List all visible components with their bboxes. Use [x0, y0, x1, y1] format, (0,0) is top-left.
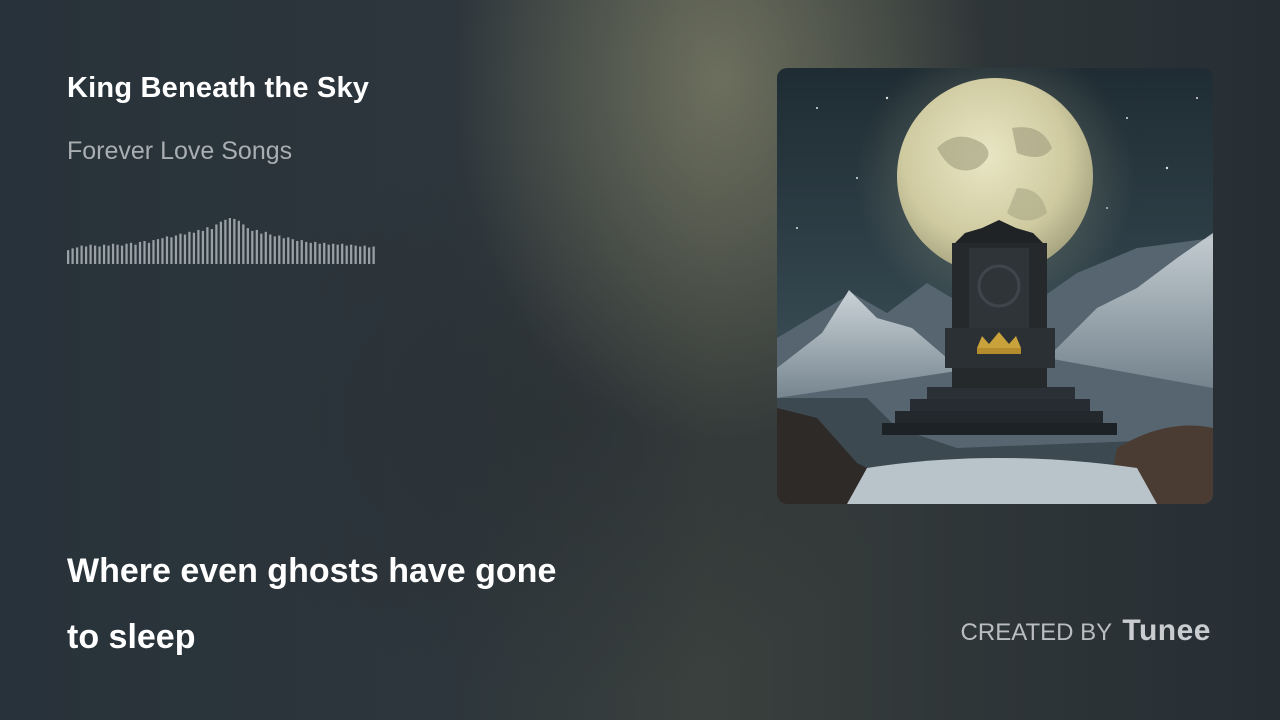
waveform-bar — [206, 227, 209, 264]
cover-illustration — [777, 68, 1213, 504]
waveform-bar — [282, 238, 285, 264]
waveform-bar — [161, 238, 164, 264]
waveform-bar — [192, 232, 196, 264]
waveform-bar — [210, 229, 214, 264]
waveform-bar — [102, 244, 106, 264]
waveform-bar — [67, 250, 70, 264]
waveform-bar — [260, 233, 263, 264]
waveform-bar — [75, 247, 79, 264]
waveform-bar — [242, 224, 245, 264]
waveform-bar — [219, 221, 222, 264]
waveform-bar — [197, 229, 200, 264]
waveform-bar — [341, 243, 344, 264]
waveform-bar — [246, 228, 249, 264]
waveform-bar — [98, 246, 101, 264]
waveform-bar — [201, 230, 205, 264]
waveform-bar — [170, 237, 173, 264]
waveform-bar — [327, 244, 330, 264]
waveform-bar — [314, 241, 317, 264]
waveform-bar — [125, 243, 128, 264]
waveform-bar — [228, 218, 231, 264]
waveform-bar — [233, 218, 236, 264]
waveform-bar — [120, 245, 124, 264]
waveform-bar — [273, 236, 276, 264]
waveform-bar — [255, 229, 258, 264]
waveform-bar — [224, 219, 227, 264]
waveform-bar — [287, 237, 290, 264]
waveform-bar — [147, 242, 151, 264]
waveform-bar — [134, 244, 137, 264]
waveform-bar — [300, 240, 303, 264]
waveform-bar — [291, 239, 294, 264]
waveform-bar — [93, 245, 97, 264]
lyrics: Where even ghosts have gone to sleep — [67, 538, 707, 670]
waveform-bar — [215, 224, 218, 264]
waveform-bar — [269, 234, 272, 264]
waveform-bar — [251, 230, 254, 264]
waveform-bar — [183, 234, 187, 264]
lyric-line: to sleep — [67, 618, 196, 656]
created-by-credit: CREATED BY Tunee — [961, 614, 1211, 648]
waveform-bar — [237, 220, 240, 264]
song-title: King Beneath the Sky — [67, 72, 370, 104]
lyric-line: Where even ghosts have gone — [67, 552, 557, 590]
waveform-bar — [323, 242, 326, 264]
waveform-bar — [345, 245, 348, 264]
waveform-bar — [350, 244, 353, 264]
waveform-bar — [354, 245, 357, 264]
waveform-bar — [359, 246, 362, 264]
waveform-bar — [116, 244, 119, 264]
waveform-bar — [363, 245, 366, 264]
waveform-bar — [152, 240, 155, 264]
waveform-bar — [179, 233, 182, 264]
waveform-bar — [84, 246, 88, 264]
waveform-bar — [318, 243, 321, 264]
waveform-bar — [165, 236, 169, 264]
waveform-bar — [278, 235, 281, 264]
waveform-bar — [111, 243, 115, 264]
album-name: Forever Love Songs — [67, 137, 293, 165]
waveform-bar — [174, 235, 178, 264]
waveform-bar — [309, 242, 312, 264]
waveform-bar — [107, 245, 110, 264]
waveform-bar — [368, 247, 371, 264]
waveform-bar — [80, 245, 83, 264]
waveform-bar — [296, 241, 299, 264]
audio-waveform — [67, 218, 375, 264]
waveform-bar — [138, 241, 142, 264]
waveform-bar — [71, 248, 74, 264]
waveform-bar — [143, 241, 146, 264]
brand-logo: Tunee — [1122, 614, 1211, 647]
waveform-bar — [305, 241, 308, 264]
waveform-bar — [156, 239, 160, 264]
waveform-bar — [129, 242, 133, 264]
waveform-bar — [264, 231, 267, 264]
waveform-bar — [336, 244, 339, 264]
album-cover-art — [777, 68, 1213, 504]
waveform-bar — [332, 243, 335, 264]
waveform-bar — [372, 246, 375, 264]
waveform-bar — [89, 244, 92, 264]
created-by-label: CREATED BY — [960, 619, 1112, 646]
waveform-bar — [188, 231, 191, 264]
